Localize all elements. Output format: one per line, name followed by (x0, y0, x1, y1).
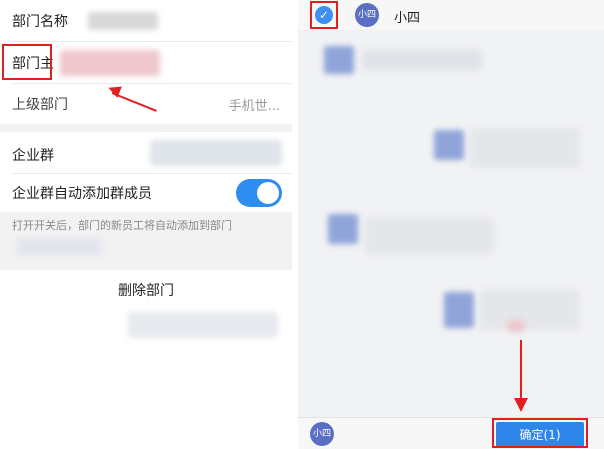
redacted-avatar (328, 214, 358, 244)
auto-add-members-toggle[interactable] (236, 179, 282, 207)
redacted-mark (508, 320, 524, 332)
parent-department-row[interactable]: 上级部门 手机世... (0, 84, 292, 124)
redacted-value (88, 12, 158, 30)
redacted-value (60, 50, 160, 76)
enterprise-group-row[interactable]: 企业群 (0, 132, 292, 174)
annotation-highlight-box (2, 44, 52, 80)
delete-department-row[interactable]: 删除部门 (0, 270, 292, 310)
redacted-member (470, 128, 580, 168)
redacted-value (16, 238, 102, 256)
redacted-avatar (444, 292, 474, 328)
empty-area (0, 310, 292, 449)
redacted-avatar (324, 46, 354, 74)
auto-add-members-label: 企业群自动添加群成员 (12, 186, 152, 202)
parent-department-value: 手机世... (228, 99, 280, 114)
annotation-highlight-box (492, 418, 588, 448)
auto-add-hint-text: 打开开关后，部门的新员工将自动添加到部门 (12, 219, 232, 232)
redacted-member (480, 290, 580, 330)
delete-department-button[interactable]: 删除部门 (0, 280, 292, 300)
redacted-member (364, 218, 494, 254)
selected-member-header: ✓ 小四 小四 (298, 0, 604, 30)
member-picker-panel: ✓ 小四 小四 小四 确定(1) (298, 0, 604, 449)
redacted-watermark (128, 312, 278, 338)
auto-add-members-row: 企业群自动添加群成员 (0, 174, 292, 212)
hint-area: 打开开关后，部门的新员工将自动添加到部门 (0, 212, 292, 270)
toggle-knob (257, 182, 279, 204)
avatar: 小四 (355, 3, 379, 27)
section-gap (0, 124, 292, 132)
avatar[interactable]: 小四 (310, 422, 334, 446)
annotation-highlight-box (310, 1, 338, 29)
annotation-arrow-head (514, 398, 528, 412)
redacted-value (150, 140, 282, 166)
redacted-avatar (434, 130, 464, 160)
annotation-arrow (520, 340, 522, 400)
department-settings-panel: 部门名称 部门主 上级部门 手机世... 企业群 企业群自动添加群成员 打开开关… (0, 0, 292, 449)
department-name-label: 部门名称 (12, 14, 68, 30)
parent-department-label: 上级部门 (12, 97, 68, 113)
member-name[interactable]: 小四 (394, 7, 420, 26)
redacted-member (362, 50, 482, 70)
department-name-row[interactable]: 部门名称 (0, 0, 292, 42)
enterprise-group-label: 企业群 (12, 148, 54, 164)
